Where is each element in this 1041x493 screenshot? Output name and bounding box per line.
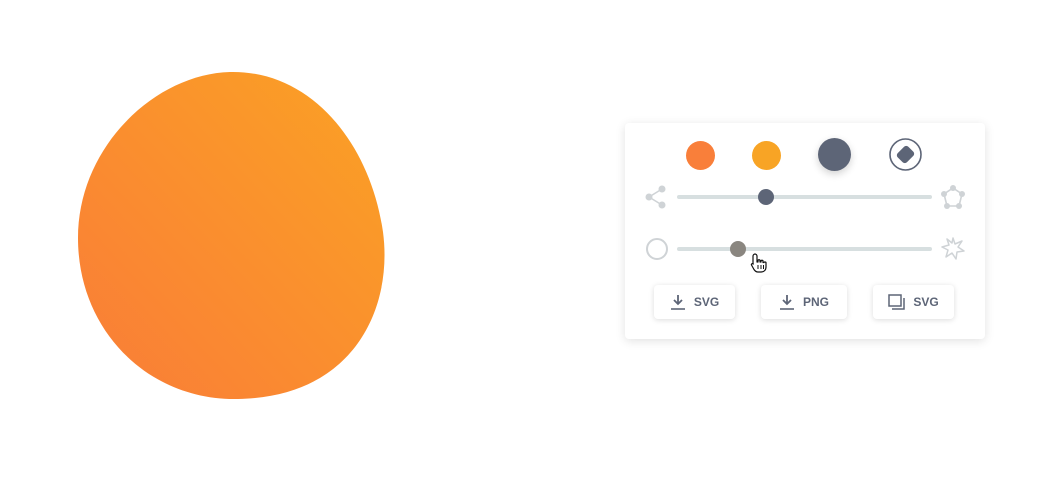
control-panel: SVG PNG SVG xyxy=(625,123,985,339)
download-png-label: PNG xyxy=(802,295,829,309)
copy-icon xyxy=(888,294,906,310)
polygon-nodes-icon xyxy=(940,184,966,210)
contrast-slider-thumb[interactable] xyxy=(730,241,747,257)
copy-svg-label: SVG xyxy=(913,295,939,309)
contrast-slider-track[interactable] xyxy=(677,247,932,251)
download-icon xyxy=(779,295,794,310)
download-svg-label: SVG xyxy=(693,295,720,309)
complexity-slider[interactable] xyxy=(677,188,932,206)
download-icon xyxy=(670,295,685,310)
copy-svg-button[interactable]: SVG xyxy=(873,285,954,319)
complexity-slider-track[interactable] xyxy=(677,195,932,199)
circle-outline-icon xyxy=(644,236,670,262)
download-svg-button[interactable]: SVG xyxy=(654,285,735,319)
randomize-button[interactable] xyxy=(888,137,923,172)
complexity-slider-thumb[interactable] xyxy=(758,189,775,205)
download-png-button[interactable]: PNG xyxy=(761,285,847,319)
color-swatch-orange[interactable] xyxy=(686,141,715,170)
share-nodes-icon xyxy=(643,184,669,210)
randomize-icon xyxy=(889,138,922,171)
blob-shape xyxy=(78,71,385,400)
blob-generator-page: SVG PNG SVG xyxy=(0,0,1041,493)
star-burst-icon xyxy=(940,235,966,261)
hand-pointer-icon xyxy=(750,253,768,273)
color-swatch-slate[interactable] xyxy=(818,138,851,171)
color-swatch-yellow[interactable] xyxy=(752,141,781,170)
blob-preview xyxy=(70,62,395,407)
contrast-slider[interactable] xyxy=(677,240,932,258)
